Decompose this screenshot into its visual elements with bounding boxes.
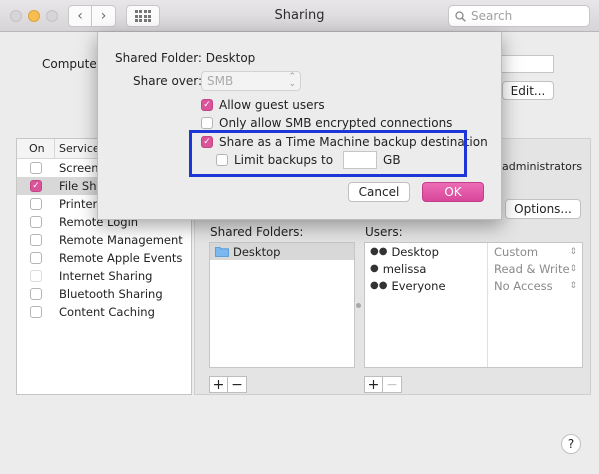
add-user-button[interactable]: + (364, 376, 383, 393)
service-label: Screen (59, 161, 99, 175)
edit-button[interactable]: Edit... (502, 81, 554, 100)
share-over-value: SMB (207, 74, 234, 88)
help-icon: ? (567, 437, 575, 451)
service-checkbox[interactable] (30, 162, 42, 174)
service-label: Remote Apple Events (59, 251, 183, 265)
service-checkbox[interactable] (30, 198, 42, 210)
up-down-arrows-icon: ⌃ ⌄ (288, 72, 296, 89)
smb-encrypted-row[interactable]: Only allow SMB encrypted connections (201, 116, 452, 130)
service-row[interactable]: Internet Sharing (17, 267, 191, 285)
service-label: Remote Management (59, 233, 183, 247)
user-icon: ● (370, 263, 379, 274)
allow-guest-checkbox[interactable]: ✓ (201, 99, 213, 111)
shared-folders-label: Shared Folders: (210, 225, 304, 239)
computer-name-field[interactable] (498, 55, 554, 73)
options-button[interactable]: Options... (505, 199, 581, 219)
services-header-service[interactable]: Service (55, 139, 100, 158)
users-label: Users: (365, 225, 403, 239)
share-over-popup[interactable]: SMB ⌃ ⌄ (201, 71, 301, 91)
split-handle-icon[interactable] (356, 303, 361, 308)
up-down-arrows-icon: ⇕ (569, 263, 577, 274)
service-checkbox[interactable] (30, 270, 42, 282)
service-checkbox[interactable] (30, 234, 42, 246)
service-row[interactable]: Remote Management (17, 231, 191, 249)
computer-name-label: Computer (42, 57, 102, 71)
user-row[interactable]: ●● Desktop Custom ⇕ (365, 243, 582, 260)
permission-popup[interactable]: Read & Write (494, 262, 570, 276)
shared-folder-options-sheet: Shared Folder: Desktop Share over: SMB ⌃… (97, 32, 502, 220)
permission-popup[interactable]: No Access (494, 279, 553, 293)
share-over-label: Share over: (133, 74, 203, 88)
list-item[interactable]: Desktop (210, 243, 354, 260)
window-toolbar: ‹ › Sharing Search (0, 0, 599, 32)
up-down-arrows-icon: ⇕ (569, 280, 577, 291)
search-icon (455, 10, 466, 22)
user-name: melissa (382, 261, 427, 276)
service-checkbox[interactable] (30, 288, 42, 300)
service-checkbox[interactable]: ✓ (30, 180, 42, 192)
smb-encrypted-label: Only allow SMB encrypted connections (219, 116, 453, 130)
group-icon: ●● (370, 246, 388, 257)
administrators-text: administrators (502, 160, 583, 173)
service-label: Content Caching (59, 305, 155, 319)
user-name: Desktop (391, 244, 439, 259)
add-folder-button[interactable]: + (209, 376, 228, 393)
folder-add-remove: + − (209, 376, 247, 393)
services-header-on[interactable]: On (17, 139, 55, 158)
ok-button[interactable]: OK (422, 182, 484, 202)
allow-guest-label: Allow guest users (219, 98, 325, 112)
shared-folders-list[interactable]: Desktop (209, 242, 355, 368)
allow-guest-row[interactable]: ✓ Allow guest users (201, 98, 325, 112)
search-field[interactable]: Search (448, 5, 590, 27)
service-checkbox[interactable] (30, 252, 42, 264)
help-button[interactable]: ? (561, 434, 581, 454)
shared-folder-name: Desktop (233, 244, 281, 259)
service-label: Printer (59, 197, 98, 211)
shared-folder-title: Shared Folder: Desktop (115, 51, 256, 65)
user-name: Everyone (391, 278, 446, 293)
service-checkbox[interactable] (30, 306, 42, 318)
service-label: Internet Sharing (59, 269, 153, 283)
folder-icon (215, 247, 229, 257)
smb-encrypted-checkbox[interactable] (201, 117, 213, 129)
cancel-button[interactable]: Cancel (348, 182, 410, 202)
service-row[interactable]: Remote Apple Events (17, 249, 191, 267)
user-row[interactable]: ●● Everyone No Access ⇕ (365, 277, 582, 294)
search-placeholder: Search (471, 9, 513, 23)
user-add-remove: + − (364, 376, 402, 393)
everyone-icon: ●● (370, 280, 388, 291)
service-checkbox[interactable] (30, 216, 42, 228)
user-row[interactable]: ● melissa Read & Write ⇕ (365, 260, 582, 277)
service-row[interactable]: Bluetooth Sharing (17, 285, 191, 303)
remove-folder-button[interactable]: − (228, 376, 247, 393)
up-down-arrows-icon: ⇕ (569, 246, 577, 257)
permission-popup[interactable]: Custom (494, 245, 538, 259)
users-list[interactable]: ●● Desktop Custom ⇕ ● melissa Read & Write ⇕ ●● E… (364, 242, 583, 368)
highlight-box (189, 130, 467, 177)
remove-user-button[interactable]: − (383, 376, 402, 393)
service-row[interactable]: Content Caching (17, 303, 191, 321)
service-label: Bluetooth Sharing (59, 287, 163, 301)
